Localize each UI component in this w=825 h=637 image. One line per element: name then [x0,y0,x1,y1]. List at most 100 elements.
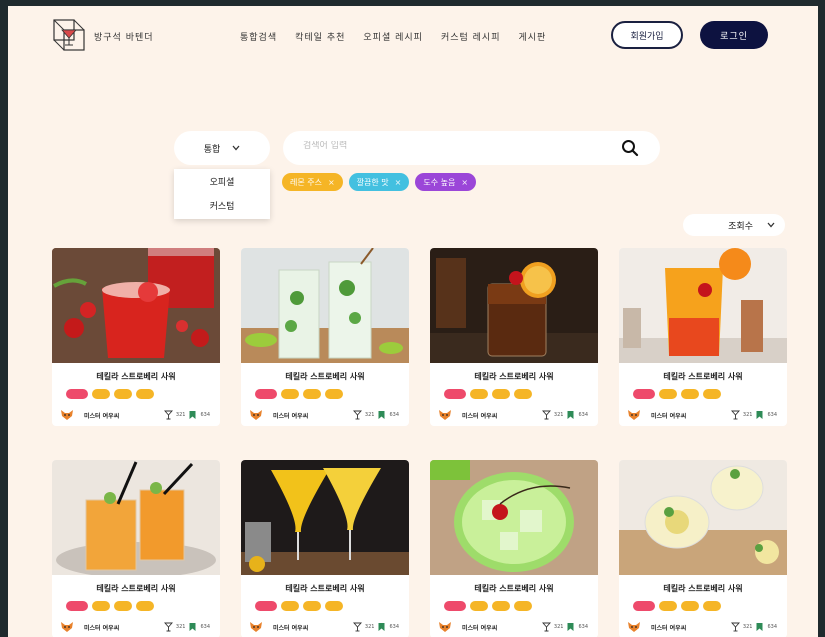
tag [281,601,299,611]
lemon-mint-cocktail-photo [619,460,787,575]
recipe-card[interactable]: 테킬라 스트로베리 사워 미스터 여우씨 321 634 [430,248,598,426]
cocktail-glass-icon [163,410,173,420]
nav-item-board[interactable]: 게시판 [518,30,546,43]
like-count: 321 [175,624,186,630]
sort-select[interactable]: 조회수 [683,214,785,236]
like-count: 321 [553,412,564,418]
card-stats: 321 634 [352,410,399,420]
cocktail-glass-icon [541,410,551,420]
card-stats: 321 634 [730,410,777,420]
recipe-card[interactable]: 테킬라 스트로베리 사워 미스터 여우씨 321 634 [241,248,409,426]
save-count: 634 [578,412,588,418]
close-icon[interactable]: × [395,178,402,187]
nav-item-custom-recipe[interactable]: 커스텀 레시피 [441,30,501,43]
search-input[interactable] [303,141,603,151]
author-name: 미스터 여우씨 [462,624,498,632]
save-count: 634 [200,624,210,630]
recipe-title: 테킬라 스트로베리 사워 [285,584,365,593]
tag [114,389,132,399]
signup-button[interactable]: 회원가입 [611,21,683,49]
recipe-card[interactable]: 테킬라 스트로베리 사워 미스터 여우씨 321 634 [52,248,220,426]
tag [66,601,88,611]
nav-item-official-recipe[interactable]: 오피셜 레시피 [363,30,423,43]
bookmark-icon[interactable] [377,410,386,420]
category-select[interactable]: 통합 [174,131,270,165]
tag [514,389,532,399]
logo-icon[interactable] [52,18,86,52]
recipe-card[interactable]: 테킬라 스트로베리 사워 미스터 여우씨 321 634 [52,460,220,637]
like-count: 321 [364,412,375,418]
like-count: 321 [553,624,564,630]
dropdown-option-official[interactable]: 오피셜 [174,169,270,193]
filter-chip[interactable]: 레몬 주스 × [282,173,343,191]
category-dropdown: 오피셜 커스텀 [174,169,270,219]
bookmark-icon[interactable] [566,410,575,420]
brand-name[interactable]: 방구석 바텐더 [94,30,154,43]
search-bar [283,131,660,165]
tag [136,601,154,611]
recipe-title: 테킬라 스트로베리 사워 [663,584,743,593]
like-count: 321 [364,624,375,630]
tag [703,389,721,399]
cocktail-glass-icon [730,622,740,632]
page: 방구석 바텐더 통합검색 칵테일 추천 오피셜 레시피 커스텀 레시피 게시판 … [8,6,818,637]
melon-cherry-cocktail-photo [430,460,598,575]
recipe-card[interactable]: 테킬라 스트로베리 사워 미스터 여우씨 321 634 [619,460,787,637]
bookmark-icon[interactable] [188,410,197,420]
tag-list [444,389,598,399]
category-select-value: 통합 [203,144,221,155]
filter-chip[interactable]: 깔끔한 맛 × [348,173,410,191]
card-meta: 미스터 여우씨 321 634 [627,409,777,421]
card-meta: 미스터 여우씨 321 634 [438,621,588,633]
tag [659,601,677,611]
fox-avatar-icon [250,622,262,632]
login-button[interactable]: 로그인 [700,21,768,49]
recipe-card[interactable]: 테킬라 스트로베리 사워 미스터 여우씨 321 634 [619,248,787,426]
nav-item-integrated-search[interactable]: 통합검색 [240,30,277,43]
mango-cocktail-photo [241,460,409,575]
card-stats: 321 634 [352,622,399,632]
search-icon[interactable] [621,139,639,157]
sort-select-value: 조회수 [728,221,753,232]
card-stats: 321 634 [730,622,777,632]
bookmark-icon[interactable] [755,622,764,632]
tag [470,389,488,399]
close-icon[interactable]: × [328,178,335,187]
cocktail-glass-icon [352,622,362,632]
close-icon[interactable]: × [461,178,468,187]
recipe-title: 테킬라 스트로베리 사워 [474,372,554,381]
recipe-title: 테킬라 스트로베리 사워 [663,372,743,381]
strawberry-sour-photo [52,248,220,363]
save-count: 634 [767,412,777,418]
tag-list [66,389,220,399]
tag [703,601,721,611]
tag [255,601,277,611]
tag-list [255,601,409,611]
dropdown-option-custom[interactable]: 커스텀 [174,193,270,217]
recipe-card[interactable]: 테킬라 스트로베리 사워 미스터 여우씨 321 634 [430,460,598,637]
author-name: 미스터 여우씨 [273,412,309,420]
fox-avatar-icon [628,410,640,420]
tag [325,601,343,611]
like-count: 321 [742,412,753,418]
tag [514,601,532,611]
author-name: 미스터 여우씨 [84,412,120,420]
recipe-card[interactable]: 테킬라 스트로베리 사워 미스터 여우씨 321 634 [241,460,409,637]
bookmark-icon[interactable] [755,410,764,420]
author-name: 미스터 여우씨 [651,412,687,420]
fox-avatar-icon [439,622,451,632]
card-stats: 321 634 [541,622,588,632]
recipe-title: 테킬라 스트로베리 사워 [96,584,176,593]
filter-chip-label: 레몬 주스 [290,177,322,187]
tag [136,389,154,399]
nav-item-cocktail-recommend[interactable]: 칵테일 추천 [295,30,345,43]
filter-chip-label: 도수 높음 [423,177,456,187]
bookmark-icon[interactable] [188,622,197,632]
card-meta: 미스터 여우씨 321 634 [249,409,399,421]
bookmark-icon[interactable] [566,622,575,632]
filter-chip[interactable]: 도수 높음 × [415,173,477,191]
card-meta: 미스터 여우씨 321 634 [60,409,210,421]
bookmark-icon[interactable] [377,622,386,632]
cocktail-glass-icon [541,622,551,632]
save-count: 634 [389,412,399,418]
